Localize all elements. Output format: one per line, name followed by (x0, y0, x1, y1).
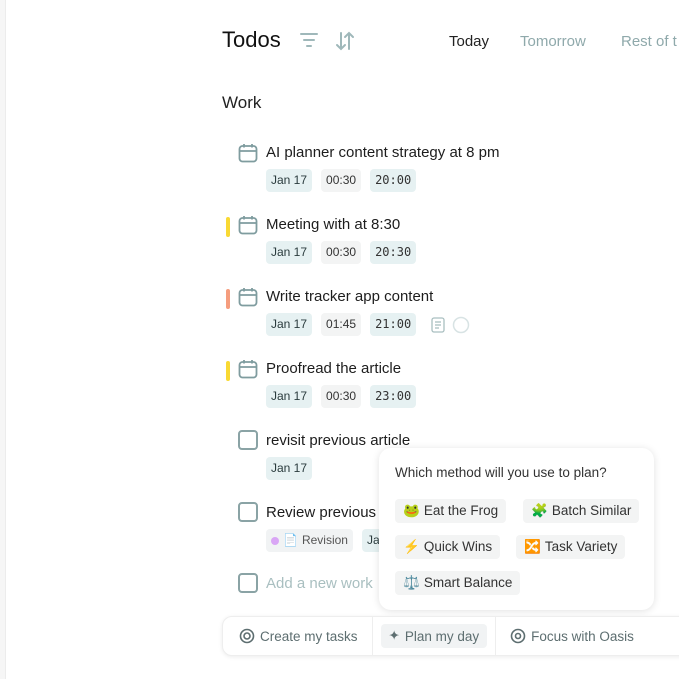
option-label: Batch Similar (551, 503, 632, 518)
calendar-icon[interactable] (238, 215, 258, 235)
puzzle-icon: 🧩 (531, 503, 548, 518)
filter-icon[interactable] (298, 30, 320, 56)
focus-with-oasis-button[interactable]: Focus with Oasis (502, 624, 642, 648)
option-task-variety[interactable]: 🔀 Task Variety (516, 535, 626, 559)
option-label: Task Variety (544, 539, 618, 554)
sparkle-icon: ✦ (388, 628, 400, 643)
duration-chip[interactable]: 00:30 (321, 241, 362, 264)
date-chip[interactable]: Jan 17 (266, 385, 313, 408)
page-title: Todos (222, 27, 281, 52)
document-icon: 📄 (283, 533, 298, 547)
frog-icon: 🐸 (403, 503, 420, 518)
option-label: Quick Wins (423, 539, 493, 554)
task-title[interactable]: Proofread the article (266, 360, 401, 377)
date-chip[interactable]: Jan 17 (266, 241, 313, 264)
option-eat-the-frog[interactable]: 🐸 Eat the Frog (395, 499, 507, 523)
task-title[interactable]: Write tracker app content (266, 288, 433, 305)
task-row[interactable]: AI planner content strategy at 8 pm Jan 1… (222, 141, 662, 201)
time-chip[interactable]: 21:00 (370, 313, 417, 336)
task-row[interactable]: Write tracker app content Jan 17 01:45 21:0… (222, 285, 662, 345)
option-label: Eat the Frog (423, 503, 499, 518)
add-task-input[interactable]: Add a new work (266, 575, 373, 592)
option-label: Smart Balance (423, 575, 513, 590)
task-title[interactable]: AI planner content strategy at 8 pm (266, 144, 499, 161)
time-chip[interactable]: 23:00 (370, 385, 417, 408)
option-smart-balance[interactable]: ⚖️ Smart Balance (395, 571, 521, 595)
target-icon (239, 628, 255, 644)
priority-bar (226, 361, 230, 381)
date-chip[interactable]: Jan 17 (266, 169, 313, 192)
date-chip[interactable]: Jan 17 (266, 313, 313, 336)
priority-bar (226, 217, 230, 237)
divider (495, 616, 497, 656)
sort-icon[interactable] (334, 30, 356, 58)
shuffle-icon: 🔀 (524, 539, 541, 554)
button-label: Focus with Oasis (531, 628, 634, 644)
note-icon[interactable] (431, 316, 445, 333)
tab-today[interactable]: Today (449, 33, 489, 50)
task-row[interactable]: Meeting with at 8:30 Jan 17 00:30 20:30 (222, 213, 662, 273)
calendar-icon[interactable] (238, 359, 258, 379)
duration-chip[interactable]: 00:30 (321, 385, 362, 408)
checkbox-icon (238, 573, 258, 593)
task-title[interactable]: Meeting with at 8:30 (266, 216, 400, 233)
scales-icon: ⚖️ (403, 575, 420, 590)
task-title[interactable]: revisit previous article (266, 432, 410, 449)
status-circle-icon[interactable] (452, 316, 470, 334)
sidebar-edge (0, 0, 6, 679)
section-title: Work (222, 93, 262, 112)
divider (371, 616, 373, 656)
lightning-icon: ⚡ (403, 539, 420, 554)
oasis-icon (510, 628, 526, 644)
button-label: Create my tasks (260, 628, 358, 644)
priority-bar (226, 289, 230, 309)
tag-label: Revision (301, 533, 348, 547)
date-chip[interactable]: Jan 17 (266, 457, 313, 480)
tab-tomorrow[interactable]: Tomorrow (520, 33, 586, 50)
task-row[interactable]: Proofread the article Jan 17 00:30 23:00 (222, 357, 662, 417)
checkbox[interactable] (238, 430, 258, 450)
tag-dot (271, 536, 279, 545)
duration-chip[interactable]: 01:45 (321, 313, 362, 336)
calendar-icon[interactable] (238, 287, 258, 307)
duration-chip[interactable]: 00:30 (321, 169, 362, 192)
bottom-action-bar: Create my tasks ✦ Plan my day Focus with… (222, 616, 679, 656)
option-quick-wins[interactable]: ⚡ Quick Wins (395, 535, 501, 559)
option-batch-similar[interactable]: 🧩 Batch Similar (523, 499, 640, 523)
plan-my-day-button[interactable]: ✦ Plan my day (380, 624, 488, 648)
tab-rest-of-week[interactable]: Rest of t (621, 33, 677, 50)
popup-question: Which method will you use to plan? (395, 465, 607, 480)
task-title[interactable]: Review previous (266, 504, 376, 521)
tag-chip[interactable]: 📄 Revision (266, 529, 353, 552)
button-label: Plan my day (404, 628, 480, 644)
time-chip[interactable]: 20:00 (370, 169, 417, 192)
calendar-icon[interactable] (238, 143, 258, 163)
create-my-tasks-button[interactable]: Create my tasks (231, 624, 366, 648)
time-chip[interactable]: 20:30 (370, 241, 417, 264)
plan-method-popup: Which method will you use to plan? 🐸 Eat … (379, 448, 654, 610)
checkbox[interactable] (238, 502, 258, 522)
